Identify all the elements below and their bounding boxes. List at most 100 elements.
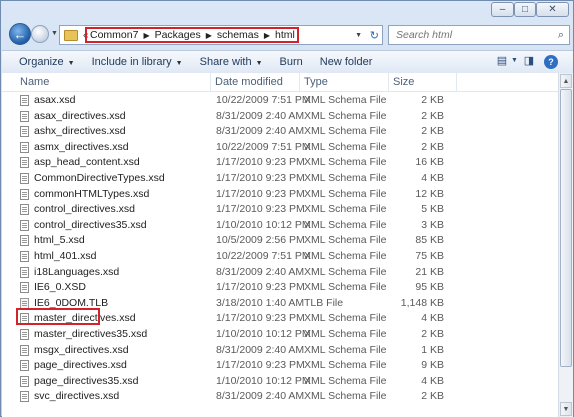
file-row[interactable]: page_directives35.xsd 1/10/2010 10:12 PM X… xyxy=(2,374,558,390)
explorer-window: – □ ✕ ← ▼ « ▼ ↻ Common7 ▶ Packages ▶ sch… xyxy=(0,0,574,417)
organize-button[interactable]: Organize ▼ xyxy=(19,56,75,68)
scroll-thumb[interactable] xyxy=(560,89,572,367)
file-size: 4 KB xyxy=(421,312,444,325)
file-icon xyxy=(20,329,29,340)
share-with-label: Share with xyxy=(199,56,252,68)
search-input[interactable] xyxy=(394,28,548,42)
column-header-date-modified[interactable]: Date modified xyxy=(215,76,283,88)
minimize-button[interactable]: – xyxy=(491,2,514,17)
file-name: msgx_directives.xsd xyxy=(34,343,129,356)
column-header-name[interactable]: Name xyxy=(20,76,49,88)
file-type: XML Schema File xyxy=(304,218,387,231)
file-row[interactable]: control_directives.xsd 1/17/2010 9:23 PM X… xyxy=(2,202,558,218)
file-date-modified: 1/10/2010 10:12 PM xyxy=(216,328,311,340)
file-row[interactable]: svc_directives.xsd 8/31/2009 2:40 AM XML S… xyxy=(2,389,558,405)
file-icon xyxy=(20,251,29,262)
file-row[interactable]: page_directives.xsd 1/17/2010 9:23 PM XML … xyxy=(2,358,558,374)
file-name: commonHTMLTypes.xsd xyxy=(34,187,150,200)
column-header-type[interactable]: Type xyxy=(304,76,328,88)
file-icon xyxy=(20,219,29,231)
column-divider[interactable] xyxy=(210,73,211,91)
file-row[interactable]: ashx_directives.xsd 8/31/2009 2:40 AM XML … xyxy=(2,124,558,140)
breadcrumb-packages[interactable]: Packages xyxy=(155,29,201,41)
file-icon xyxy=(20,235,29,247)
file-name: ashx_directives.xsd xyxy=(34,125,126,138)
file-size: 2 KB xyxy=(421,390,444,403)
file-row[interactable]: IE6_0.XSD 1/17/2010 9:23 PM XML Schema Fil… xyxy=(2,280,558,296)
chevron-down-icon: ▼ xyxy=(67,60,75,67)
forward-button[interactable] xyxy=(31,25,49,43)
preview-pane-icon[interactable]: ◨ xyxy=(522,53,536,67)
back-button[interactable]: ← xyxy=(9,23,31,45)
scroll-up-icon[interactable]: ▲ xyxy=(560,74,572,88)
refresh-icon[interactable]: ↻ xyxy=(370,29,379,42)
file-name: asmx_directives.xsd xyxy=(34,140,129,153)
new-folder-button[interactable]: New folder xyxy=(320,56,373,68)
breadcrumb-separator-icon[interactable]: ▶ xyxy=(143,31,149,40)
file-date-modified: 1/17/2010 9:23 PM xyxy=(216,187,305,200)
file-icon xyxy=(20,188,29,200)
file-type: XML Schema File xyxy=(304,140,387,153)
burn-button[interactable]: Burn xyxy=(280,56,303,68)
scroll-down-icon[interactable]: ▼ xyxy=(560,402,572,416)
file-name: asax_directives.xsd xyxy=(34,109,126,122)
file-icon xyxy=(20,204,29,216)
file-name: page_directives.xsd xyxy=(34,359,127,372)
view-options-chevron-icon[interactable]: ▼ xyxy=(510,53,519,67)
file-name: control_directives35.xsd xyxy=(34,218,147,231)
file-name: control_directives.xsd xyxy=(34,203,135,216)
folder-icon xyxy=(64,29,78,41)
file-row[interactable]: asax_directives.xsd 8/31/2009 2:40 AM XML … xyxy=(2,109,558,125)
help-icon[interactable]: ? xyxy=(544,55,558,69)
column-divider[interactable] xyxy=(388,73,389,91)
file-type: XML Schema File xyxy=(304,187,387,200)
file-row[interactable]: msgx_directives.xsd 8/31/2009 2:40 AM XML … xyxy=(2,343,558,359)
close-icon: ✕ xyxy=(548,4,557,15)
include-in-library-label: Include in library xyxy=(91,56,172,68)
file-icon xyxy=(20,173,29,184)
file-row[interactable]: i18Languages.xsd 8/31/2009 2:40 AM XML Sch… xyxy=(2,265,558,281)
recent-pages-dropdown-icon[interactable]: ▼ xyxy=(51,30,58,37)
maximize-button[interactable]: □ xyxy=(514,2,536,17)
column-divider[interactable] xyxy=(299,73,300,91)
column-header-row: Name Date modified Type Size xyxy=(2,73,558,92)
search-box[interactable]: ⌕ xyxy=(388,25,570,45)
column-header-size[interactable]: Size xyxy=(393,76,414,88)
file-row[interactable]: commonHTMLTypes.xsd 1/17/2010 9:23 PM XML … xyxy=(2,187,558,203)
file-name: i18Languages.xsd xyxy=(34,265,120,278)
file-date-modified: 1/17/2010 9:23 PM xyxy=(216,172,305,184)
file-size: 16 KB xyxy=(415,156,444,169)
include-in-library-button[interactable]: Include in library ▼ xyxy=(92,56,183,68)
file-row[interactable]: asmx_directives.xsd 10/22/2009 7:51 PM XML… xyxy=(2,140,558,156)
share-with-button[interactable]: Share with ▼ xyxy=(200,56,263,68)
address-dropdown-icon[interactable]: ▼ xyxy=(355,32,362,39)
command-bar: Organize ▼ Include in library ▼ Share with… xyxy=(2,50,573,74)
vertical-scrollbar[interactable]: ▲ ▼ xyxy=(558,73,573,417)
breadcrumb-separator-icon[interactable]: ▶ xyxy=(264,31,270,40)
file-row[interactable]: CommonDirectiveTypes.xsd 1/17/2010 9:23 P… xyxy=(2,171,558,187)
breadcrumb-common7[interactable]: Common7 xyxy=(90,29,138,41)
file-row[interactable]: asp_head_content.xsd 1/17/2010 9:23 PM XML… xyxy=(2,155,558,171)
file-row[interactable]: html_401.xsd 10/22/2009 7:51 PM XML Schema… xyxy=(2,249,558,265)
column-divider[interactable] xyxy=(456,73,457,91)
breadcrumb-schemas[interactable]: schemas xyxy=(217,29,259,41)
file-icon xyxy=(20,266,29,278)
file-date-modified: 1/10/2010 10:12 PM xyxy=(216,374,311,387)
breadcrumb-html[interactable]: html xyxy=(275,29,295,41)
file-name: asp_head_content.xsd xyxy=(34,156,140,169)
file-row[interactable]: html_5.xsd 10/5/2009 2:56 PM XML Schema Fi… xyxy=(2,233,558,249)
file-size: 2 KB xyxy=(421,140,444,153)
close-button[interactable]: ✕ xyxy=(536,2,569,17)
file-row[interactable]: master_directives35.xsd 1/10/2010 10:12 P… xyxy=(2,327,558,343)
change-view-icon[interactable]: ▤ xyxy=(494,53,510,67)
file-name: html_5.xsd xyxy=(34,234,85,247)
file-icon xyxy=(20,95,29,106)
file-date-modified: 8/31/2009 2:40 AM xyxy=(216,109,305,122)
file-row[interactable]: asax.xsd 10/22/2009 7:51 PM XML Schema Fil… xyxy=(2,93,558,109)
file-date-modified: 10/22/2009 7:51 PM xyxy=(216,250,311,262)
search-icon[interactable]: ⌕ xyxy=(558,29,564,42)
file-size: 75 KB xyxy=(415,250,444,262)
breadcrumb-separator-icon[interactable]: ▶ xyxy=(206,31,212,40)
file-row[interactable]: control_directives35.xsd 1/10/2010 10:12 … xyxy=(2,218,558,234)
file-size: 2 KB xyxy=(421,94,444,106)
